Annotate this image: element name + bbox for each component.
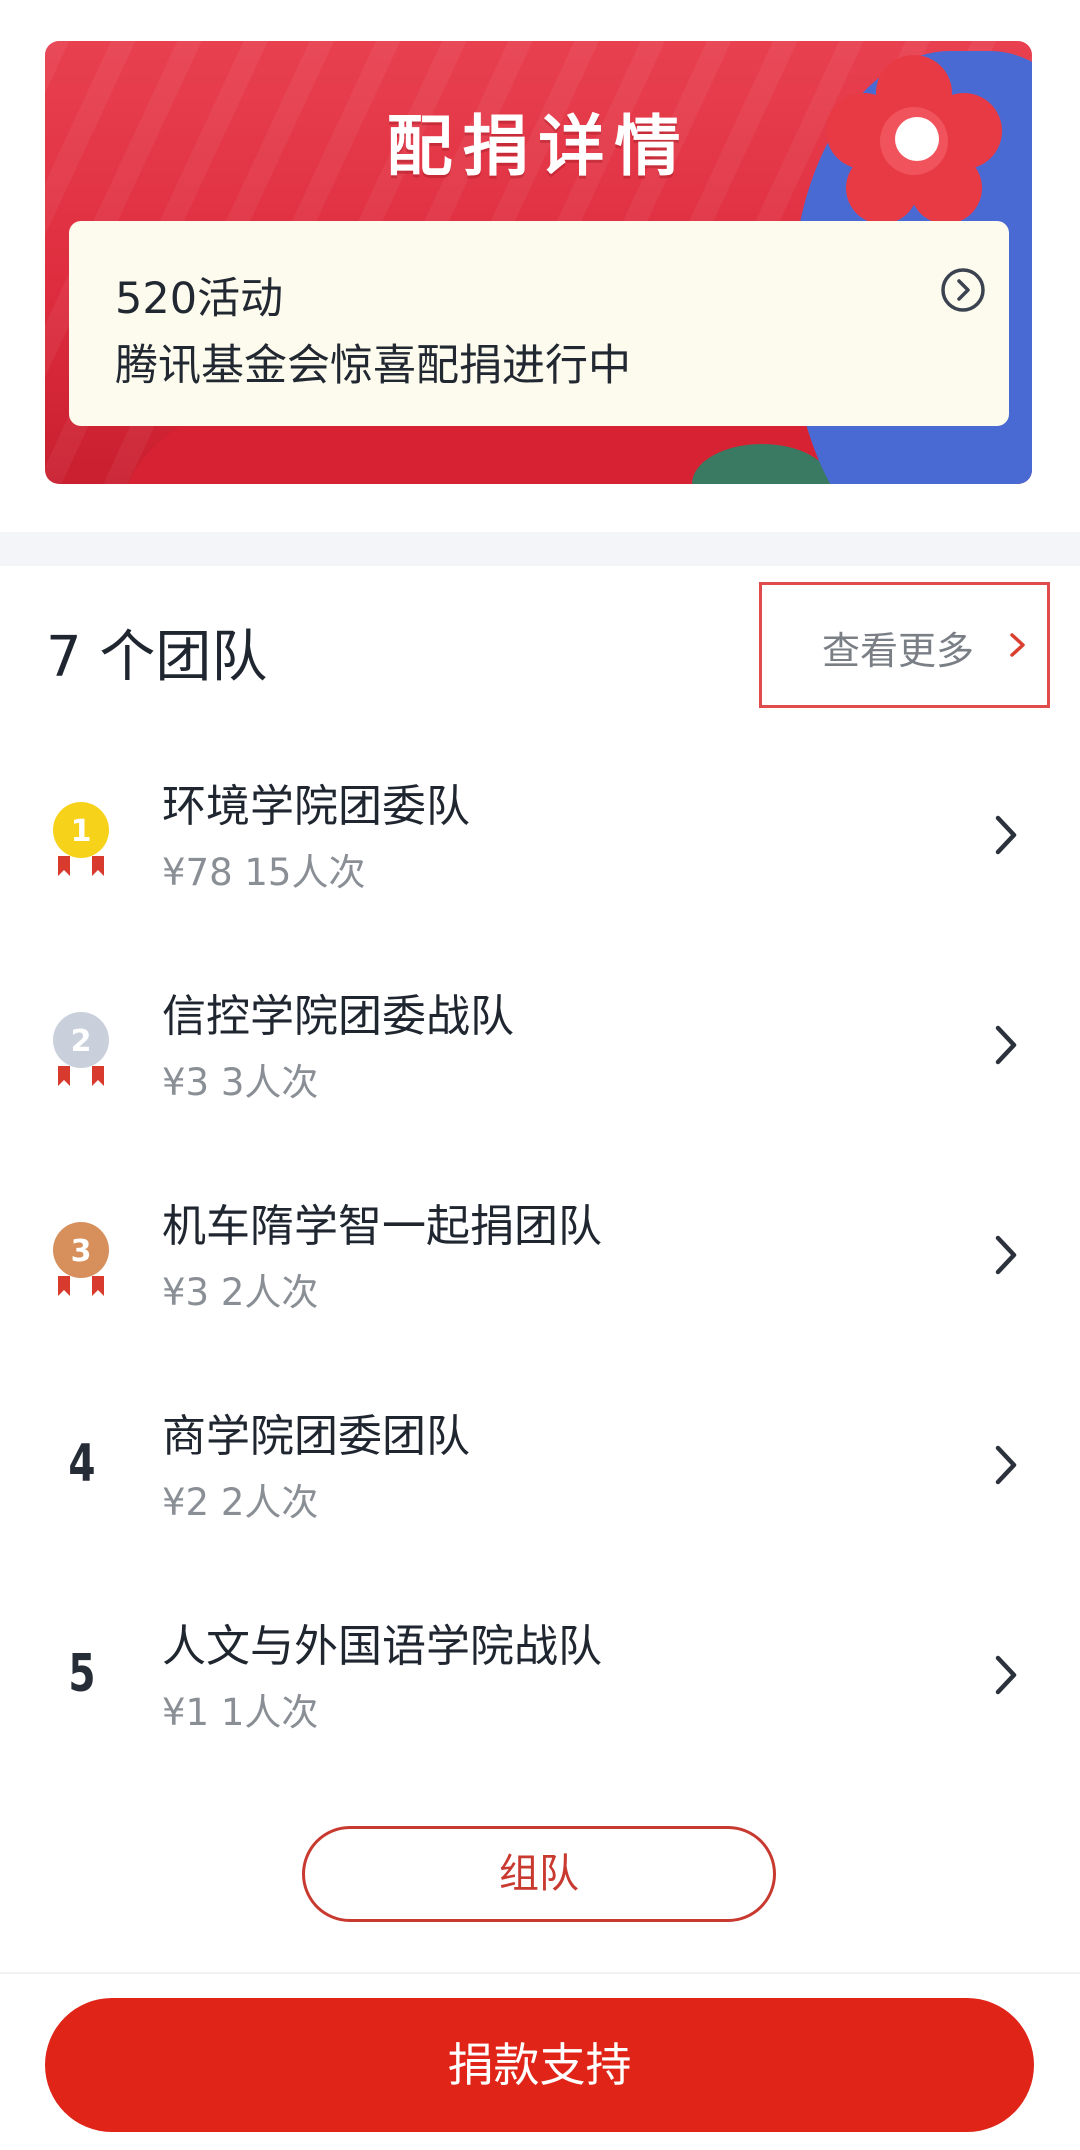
gold-medal-icon: 1 — [53, 802, 109, 876]
team-stats: ¥2 2人次 — [162, 1481, 319, 1524]
event-name: 520活动 — [115, 274, 284, 324]
team-up-button[interactable]: 组队 — [302, 1826, 776, 1922]
chevron-right-icon — [995, 1655, 1017, 1695]
rank-number: 5 — [68, 1644, 96, 1704]
banner-title: 配捐详情 — [386, 108, 691, 185]
team-row[interactable]: 3 机车隋学智一起捐团队 ¥3 2人次 — [0, 1162, 1080, 1362]
silver-medal-icon: 2 — [53, 1012, 109, 1086]
teams-count-title: 7 个团队 — [46, 625, 268, 690]
team-row[interactable]: 4 商学院团委团队 ¥2 2人次 — [0, 1372, 1080, 1572]
chevron-right-icon — [995, 1025, 1017, 1065]
team-stats: ¥1 1人次 — [162, 1691, 319, 1734]
see-more-link[interactable]: 查看更多 — [759, 582, 1050, 708]
circle-chevron-right-icon[interactable] — [939, 266, 987, 314]
team-row[interactable]: 5 人文与外国语学院战队 ¥1 1人次 — [0, 1582, 1080, 1782]
chevron-right-icon — [995, 815, 1017, 855]
team-name: 商学院团委团队 — [162, 1411, 470, 1462]
team-row[interactable]: 1 环境学院团委队 ¥78 15人次 — [0, 742, 1080, 942]
team-stats: ¥3 2人次 — [162, 1271, 319, 1314]
chevron-right-icon — [1010, 633, 1025, 657]
bottom-action-bar: 捐款支持 — [0, 1972, 1080, 2150]
chevron-right-icon — [995, 1445, 1017, 1485]
chevron-right-icon — [995, 1235, 1017, 1275]
team-stats: ¥78 15人次 — [162, 851, 366, 894]
bronze-medal-icon: 3 — [53, 1222, 109, 1296]
rank-number: 4 — [68, 1434, 96, 1494]
event-description: 腾讯基金会惊喜配捐进行中 — [115, 341, 631, 391]
team-name: 环境学院团委队 — [162, 781, 470, 832]
team-name: 人文与外国语学院战队 — [162, 1621, 602, 1672]
rank-number: 3 — [71, 1234, 92, 1269]
section-divider — [0, 532, 1080, 566]
donation-banner: 配捐详情 520活动 腾讯基金会惊喜配捐进行中 — [45, 41, 1032, 484]
rank-number: 2 — [71, 1024, 92, 1059]
see-more-label: 查看更多 — [822, 629, 975, 673]
matching-event-card[interactable]: 520活动 腾讯基金会惊喜配捐进行中 — [69, 221, 1009, 426]
team-name: 信控学院团委战队 — [162, 991, 514, 1042]
donate-button[interactable]: 捐款支持 — [45, 1998, 1034, 2132]
team-row[interactable]: 2 信控学院团委战队 ¥3 3人次 — [0, 952, 1080, 1152]
team-stats: ¥3 3人次 — [162, 1061, 319, 1104]
team-name: 机车隋学智一起捐团队 — [162, 1201, 602, 1252]
rank-number: 1 — [71, 814, 92, 849]
